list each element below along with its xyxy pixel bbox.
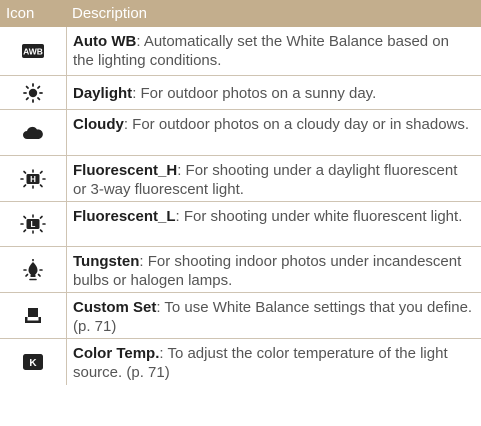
table-row: H Fluorescent_H: For shooting under a da…	[0, 156, 481, 202]
white-balance-table: Icon Description AWB Auto WB: Automatica…	[0, 0, 481, 385]
auto-wb-icon: AWB	[0, 27, 66, 75]
custom-set-icon	[0, 293, 66, 338]
tungsten-icon	[0, 247, 66, 292]
svg-text:H: H	[30, 175, 36, 184]
table-row: Tungsten: For shooting indoor photos und…	[0, 247, 481, 293]
row-description: Cloudy: For outdoor photos on a cloudy d…	[73, 116, 470, 133]
svg-text:K: K	[29, 358, 37, 369]
color-temp-icon: K	[0, 339, 66, 385]
table-row: K Color Temp.: To adjust the color tempe…	[0, 339, 481, 385]
table-row: AWB Auto WB: Automatically set the White…	[0, 27, 481, 76]
svg-text:AWB: AWB	[23, 47, 43, 57]
icon-column-header: Icon	[6, 5, 35, 22]
description-column-header: Description	[72, 5, 148, 22]
table-row: Cloudy: For outdoor photos on a cloudy d…	[0, 110, 481, 156]
row-description: Fluorescent_L: For shooting under white …	[73, 208, 463, 225]
table-header: Icon Description	[0, 0, 481, 27]
fluorescent-h-icon: H	[0, 156, 66, 201]
daylight-icon	[0, 76, 66, 109]
row-description: Tungsten: For shooting indoor photos und…	[73, 253, 462, 289]
row-description: Fluorescent_H: For shooting under a dayl…	[73, 162, 458, 198]
table-row: Daylight: For outdoor photos on a sunny …	[0, 76, 481, 110]
cloudy-icon	[0, 110, 66, 155]
table-row: Custom Set: To use White Balance setting…	[0, 293, 481, 339]
fluorescent-l-icon: L	[0, 202, 66, 246]
svg-text:L: L	[31, 220, 36, 229]
row-description: Color Temp.: To adjust the color tempera…	[73, 345, 448, 381]
table-row: L Fluorescent_L: For shooting under whit…	[0, 202, 481, 247]
row-description: Auto WB: Automatically set the White Bal…	[73, 33, 449, 69]
row-description: Daylight: For outdoor photos on a sunny …	[73, 85, 377, 102]
row-description: Custom Set: To use White Balance setting…	[73, 299, 473, 335]
